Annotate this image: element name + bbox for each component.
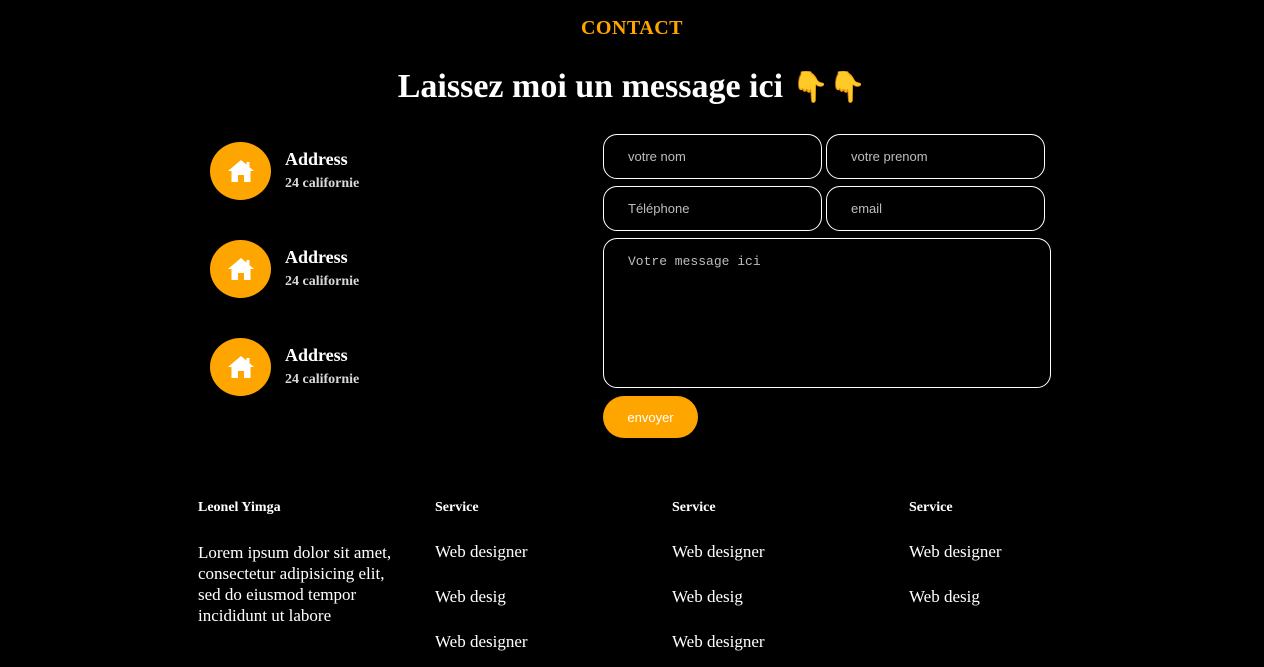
page-title: Laissez moi un message ici 👇👇 xyxy=(0,68,1264,106)
footer-link[interactable]: Web designer xyxy=(672,542,765,562)
footer-column-title: Service xyxy=(672,500,716,515)
contact-item-address: Address 24 californie xyxy=(210,142,470,202)
contact-value: 24 californie xyxy=(285,372,360,387)
footer-about-title: Leonel Yimga xyxy=(198,500,281,515)
home-icon xyxy=(210,338,271,396)
home-icon xyxy=(210,240,271,298)
footer-link[interactable]: Web designer xyxy=(909,542,1002,562)
contact-item-address: Address 24 californie xyxy=(210,338,470,398)
section-label: CONTACT xyxy=(580,17,684,39)
footer-link[interactable]: Web desig xyxy=(435,587,506,607)
contact-title: Address xyxy=(285,345,348,365)
send-button[interactable]: envoyer xyxy=(603,396,698,438)
page-title-text: Laissez moi un message ici xyxy=(397,68,784,105)
pointing-down-emoji: 👇👇 xyxy=(791,70,867,105)
footer-link[interactable]: Web desig xyxy=(909,587,980,607)
footer-column-title: Service xyxy=(435,500,479,515)
prenom-input[interactable] xyxy=(826,134,1045,179)
email-input[interactable] xyxy=(826,186,1045,231)
footer-about: Leonel Yimga Lorem ipsum dolor sit amet,… xyxy=(198,500,408,625)
footer-column-title: Service xyxy=(909,500,953,515)
nom-input[interactable] xyxy=(603,134,822,179)
footer-services-column: Service Web designer Web desig Web desig… xyxy=(672,500,882,651)
footer-link[interactable]: Web designer xyxy=(435,632,528,652)
contact-title: Address xyxy=(285,149,348,169)
footer-link[interactable]: Web designer xyxy=(435,542,528,562)
footer-services-column: Service Web designer Web desig Web desig… xyxy=(435,500,645,651)
footer-link[interactable]: Web designer xyxy=(672,632,765,652)
footer-services-column: Service Web designer Web desig xyxy=(909,500,1119,606)
footer-link[interactable]: Web desig xyxy=(672,587,743,607)
contact-title: Address xyxy=(285,247,348,267)
contact-value: 24 californie xyxy=(285,274,360,289)
contact-value: 24 californie xyxy=(285,176,360,191)
contact-item-address: Address 24 californie xyxy=(210,240,470,300)
telephone-input[interactable] xyxy=(603,186,822,231)
message-textarea[interactable] xyxy=(603,238,1051,388)
footer-about-text: Lorem ipsum dolor sit amet, consectetur … xyxy=(198,543,392,625)
home-icon xyxy=(210,142,271,200)
